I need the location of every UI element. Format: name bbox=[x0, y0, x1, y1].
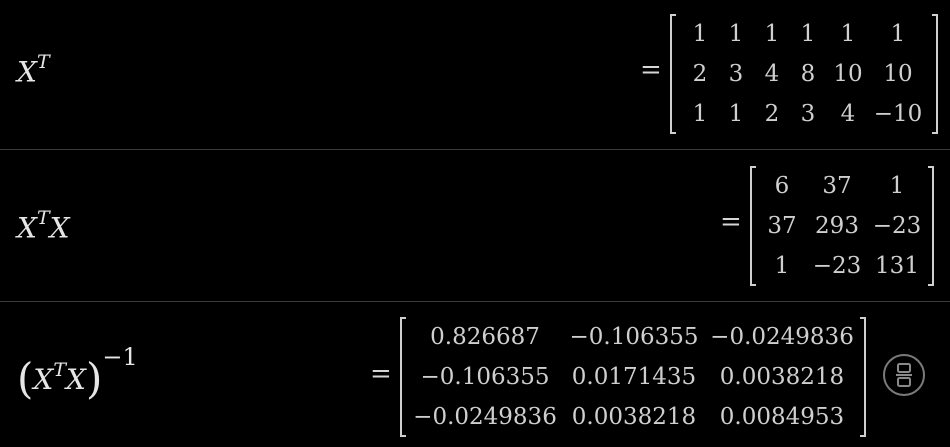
matrix-cell: 4 bbox=[840, 101, 856, 127]
equals-sign: = bbox=[640, 55, 662, 85]
label-superscript: T bbox=[36, 51, 50, 73]
matrix-left-bracket bbox=[670, 14, 676, 134]
matrix-cell: 0.826687 bbox=[430, 324, 540, 350]
matrix-cell: 4 bbox=[764, 61, 780, 87]
row-divider bbox=[0, 149, 950, 150]
result-matrix-xtx-inverse: 0.826687 −0.106355 −0.0249836 −0.106355 0.01… bbox=[400, 317, 866, 437]
matrix-row: 111111 bbox=[682, 14, 926, 54]
matrix-row: 1 −23 131 bbox=[762, 246, 922, 286]
matrix-cell: 37 bbox=[767, 213, 797, 239]
matrix-cell: 1 bbox=[728, 101, 744, 127]
matrix-cell: 1 bbox=[890, 21, 906, 47]
matrix-table: 1 1 1 1 1 1 2 3 4 8 10 10 1 1 2 3 4 −10 bbox=[682, 14, 926, 134]
label-open-paren: ( bbox=[17, 354, 34, 403]
matrix-cell: 1 bbox=[764, 21, 780, 47]
matrix-cell: −0.106355 bbox=[569, 324, 699, 350]
matrix-cell: 1 bbox=[774, 253, 790, 279]
matrix-cell: 6 bbox=[774, 173, 790, 199]
matrix-row: 2 3 4 8 10 10 bbox=[682, 54, 926, 94]
label-superscript: T bbox=[36, 207, 50, 229]
matrix-row: 6 37 1 bbox=[762, 166, 922, 206]
matrix-cell: 1 bbox=[692, 21, 708, 47]
matrix-right-bracket bbox=[860, 317, 866, 437]
matrix-cell: 2 bbox=[692, 61, 708, 87]
matrix-cell: 1 bbox=[840, 21, 856, 47]
label-superscript: T bbox=[53, 358, 67, 381]
matrix-cell: −10 bbox=[873, 101, 923, 127]
matrix-cell: 3 bbox=[728, 61, 744, 87]
matrix-row: 37 293 −23 bbox=[762, 206, 922, 246]
label-base: X bbox=[33, 363, 54, 396]
row-divider bbox=[0, 301, 950, 302]
matrix-cell: −0.0249836 bbox=[413, 404, 557, 430]
matrix-cell: −0.106355 bbox=[420, 364, 550, 390]
label-close-paren: ) bbox=[85, 354, 103, 403]
matrix-table: 0.826687 −0.106355 −0.0249836 −0.106355 0.01… bbox=[410, 317, 856, 437]
label-base: X bbox=[17, 211, 37, 245]
matrix-cell: 1 bbox=[692, 101, 708, 127]
matrix-table: 6 37 1 37 293 −23 1 −23 131 bbox=[762, 166, 922, 286]
matrix-cell: −0.0249836 bbox=[710, 324, 854, 350]
matrix-cell: 37 bbox=[822, 173, 852, 199]
expression-label-xtx: XTX bbox=[17, 207, 70, 245]
matrix-cell: 1 bbox=[800, 21, 816, 47]
equals-sign: = bbox=[720, 207, 742, 237]
equals-sign: = bbox=[370, 359, 392, 389]
matrix-right-bracket bbox=[932, 14, 938, 134]
matrix-cell: 293 bbox=[815, 213, 859, 239]
label-tail: X bbox=[66, 363, 86, 396]
matrix-cell: 8 bbox=[800, 61, 816, 87]
matrix-cell: 131 bbox=[875, 253, 919, 279]
expression-label-xt: XT bbox=[17, 51, 50, 89]
matrix-row: 1 1 2 3 4 −10 bbox=[682, 94, 926, 134]
expression-label-xtx-inverse: (XTX)−1 bbox=[17, 343, 138, 403]
matrix-cell: −23 bbox=[812, 253, 862, 279]
matrix-cell: 0.0038218 bbox=[719, 364, 845, 390]
label-base: X bbox=[17, 55, 37, 89]
label-inverse-exponent: −1 bbox=[102, 342, 138, 371]
matrix-left-bracket bbox=[400, 317, 406, 437]
matrix-cell: 3 bbox=[800, 101, 816, 127]
matrix-row: −0.106355 0.0171435 0.0038218 bbox=[410, 357, 856, 397]
matrix-cell: 2 bbox=[764, 101, 780, 127]
matrix-row: 0.826687 −0.106355 −0.0249836 bbox=[410, 317, 856, 357]
matrix-cell: −23 bbox=[872, 213, 922, 239]
matrix-right-bracket bbox=[928, 166, 934, 286]
matrix-left-bracket bbox=[750, 166, 756, 286]
label-tail: X bbox=[49, 211, 70, 245]
matrix-cell: 1 bbox=[728, 21, 744, 47]
matrix-cell: 0.0084953 bbox=[719, 404, 845, 430]
fraction-toggle-icon bbox=[895, 362, 913, 388]
matrix-cell: 0.0171435 bbox=[571, 364, 697, 390]
fraction-toggle-button[interactable] bbox=[883, 354, 925, 396]
matrix-row: −0.0249836 0.0038218 0.0084953 bbox=[410, 397, 856, 437]
result-matrix-xtx: 6 37 1 37 293 −23 1 −23 131 bbox=[750, 166, 934, 286]
matrix-cell: 0.0038218 bbox=[571, 404, 697, 430]
result-matrix-xt: 1 1 1 1 1 1 2 3 4 8 10 10 1 1 2 3 4 −10 bbox=[670, 14, 938, 134]
matrix-cell: 1 bbox=[889, 173, 905, 199]
matrix-cell: 10 bbox=[883, 61, 913, 87]
matrix-cell: 10 bbox=[833, 61, 863, 87]
